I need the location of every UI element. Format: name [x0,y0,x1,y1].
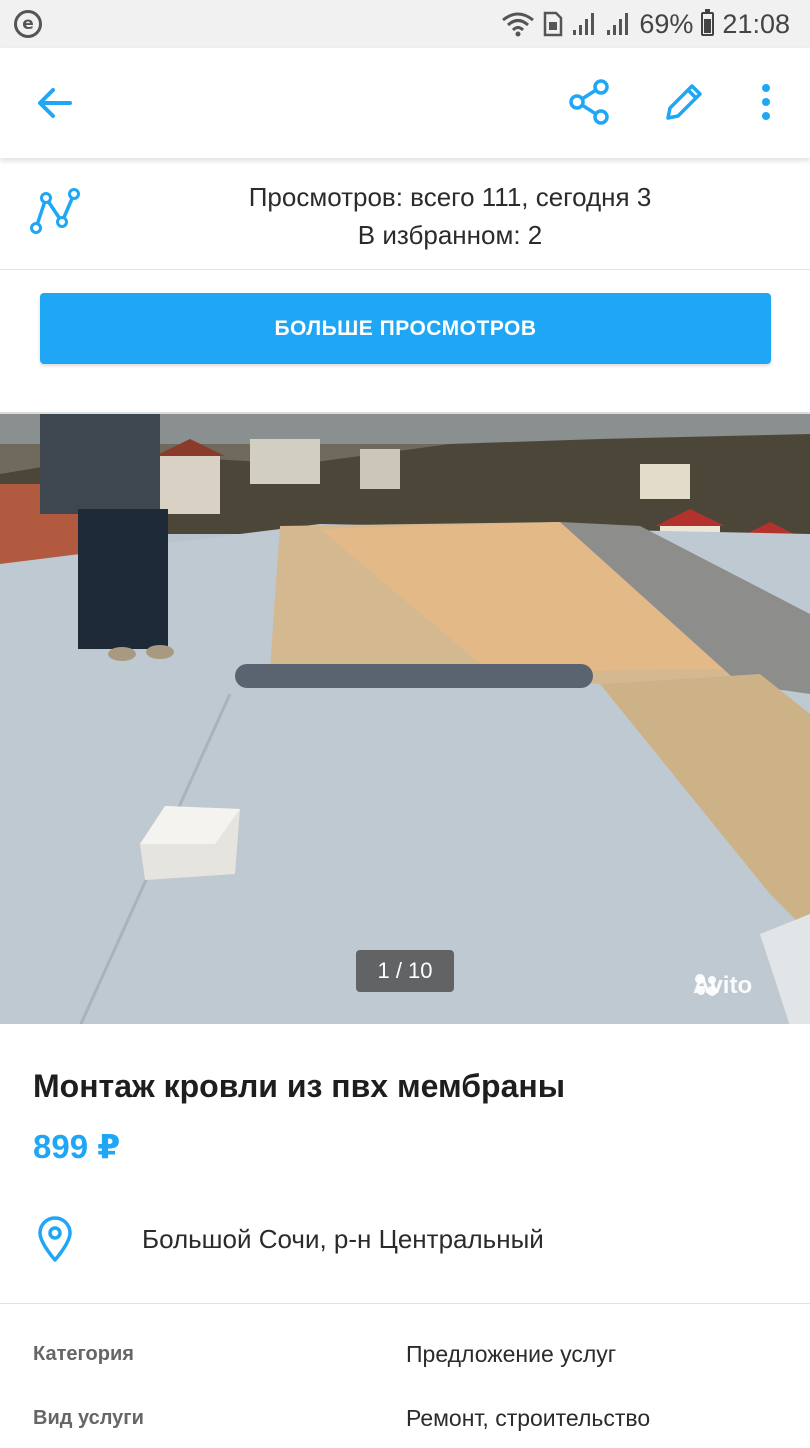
app-bar [0,48,810,158]
param-key: Вид услуги [33,1407,144,1429]
stats-graph-icon[interactable] [28,184,82,238]
avito-watermark: Avito [693,972,752,1000]
param-value: Ремонт, строительство [406,1405,651,1431]
status-bar: e 69% 21:08 [0,0,810,48]
param-row-service-type: Вид услуги Ремонт, строительство [0,1388,810,1448]
browser-app-icon: e [14,10,42,38]
arrow-left-icon[interactable] [34,82,76,124]
listing-photo [0,414,810,1024]
battery-icon [701,9,715,36]
photo-counter: 1 / 10 [356,950,454,992]
param-key: Категория [33,1343,134,1365]
avito-logo-icon [695,974,717,996]
signal-icon [573,13,595,35]
views-stats: Просмотров: всего 111, сегодня 3 В избра… [0,158,810,270]
favorites-count: В избранном: 2 [357,220,543,250]
listing-title: Монтаж кровли из пвх мембраны [33,1068,566,1104]
sim-card-icon [544,11,563,37]
photo-gallery[interactable]: 1 / 10 Avito [0,412,810,1024]
signal-icon-2 [607,13,629,35]
param-row-category: Категория Предложение услуг [0,1324,810,1384]
more-views-button[interactable]: БОЛЬШЕ ПРОСМОТРОВ [40,293,771,364]
listing-price: 899 ₽ [33,1128,121,1165]
map-pin-icon [38,1216,72,1262]
more-vertical-icon[interactable] [752,78,780,126]
clock: 21:08 [722,8,790,39]
wifi-icon [502,12,535,37]
share-icon[interactable] [568,78,612,126]
location-text: Большой Сочи, р-н Центральный [142,1224,544,1254]
pencil-icon[interactable] [660,78,708,126]
views-count: Просмотров: всего 111, сегодня 3 [248,182,652,212]
param-value: Предложение услуг [406,1341,617,1367]
location-row[interactable]: Большой Сочи, р-н Центральный [0,1200,810,1304]
battery-percent: 69% [639,8,694,39]
